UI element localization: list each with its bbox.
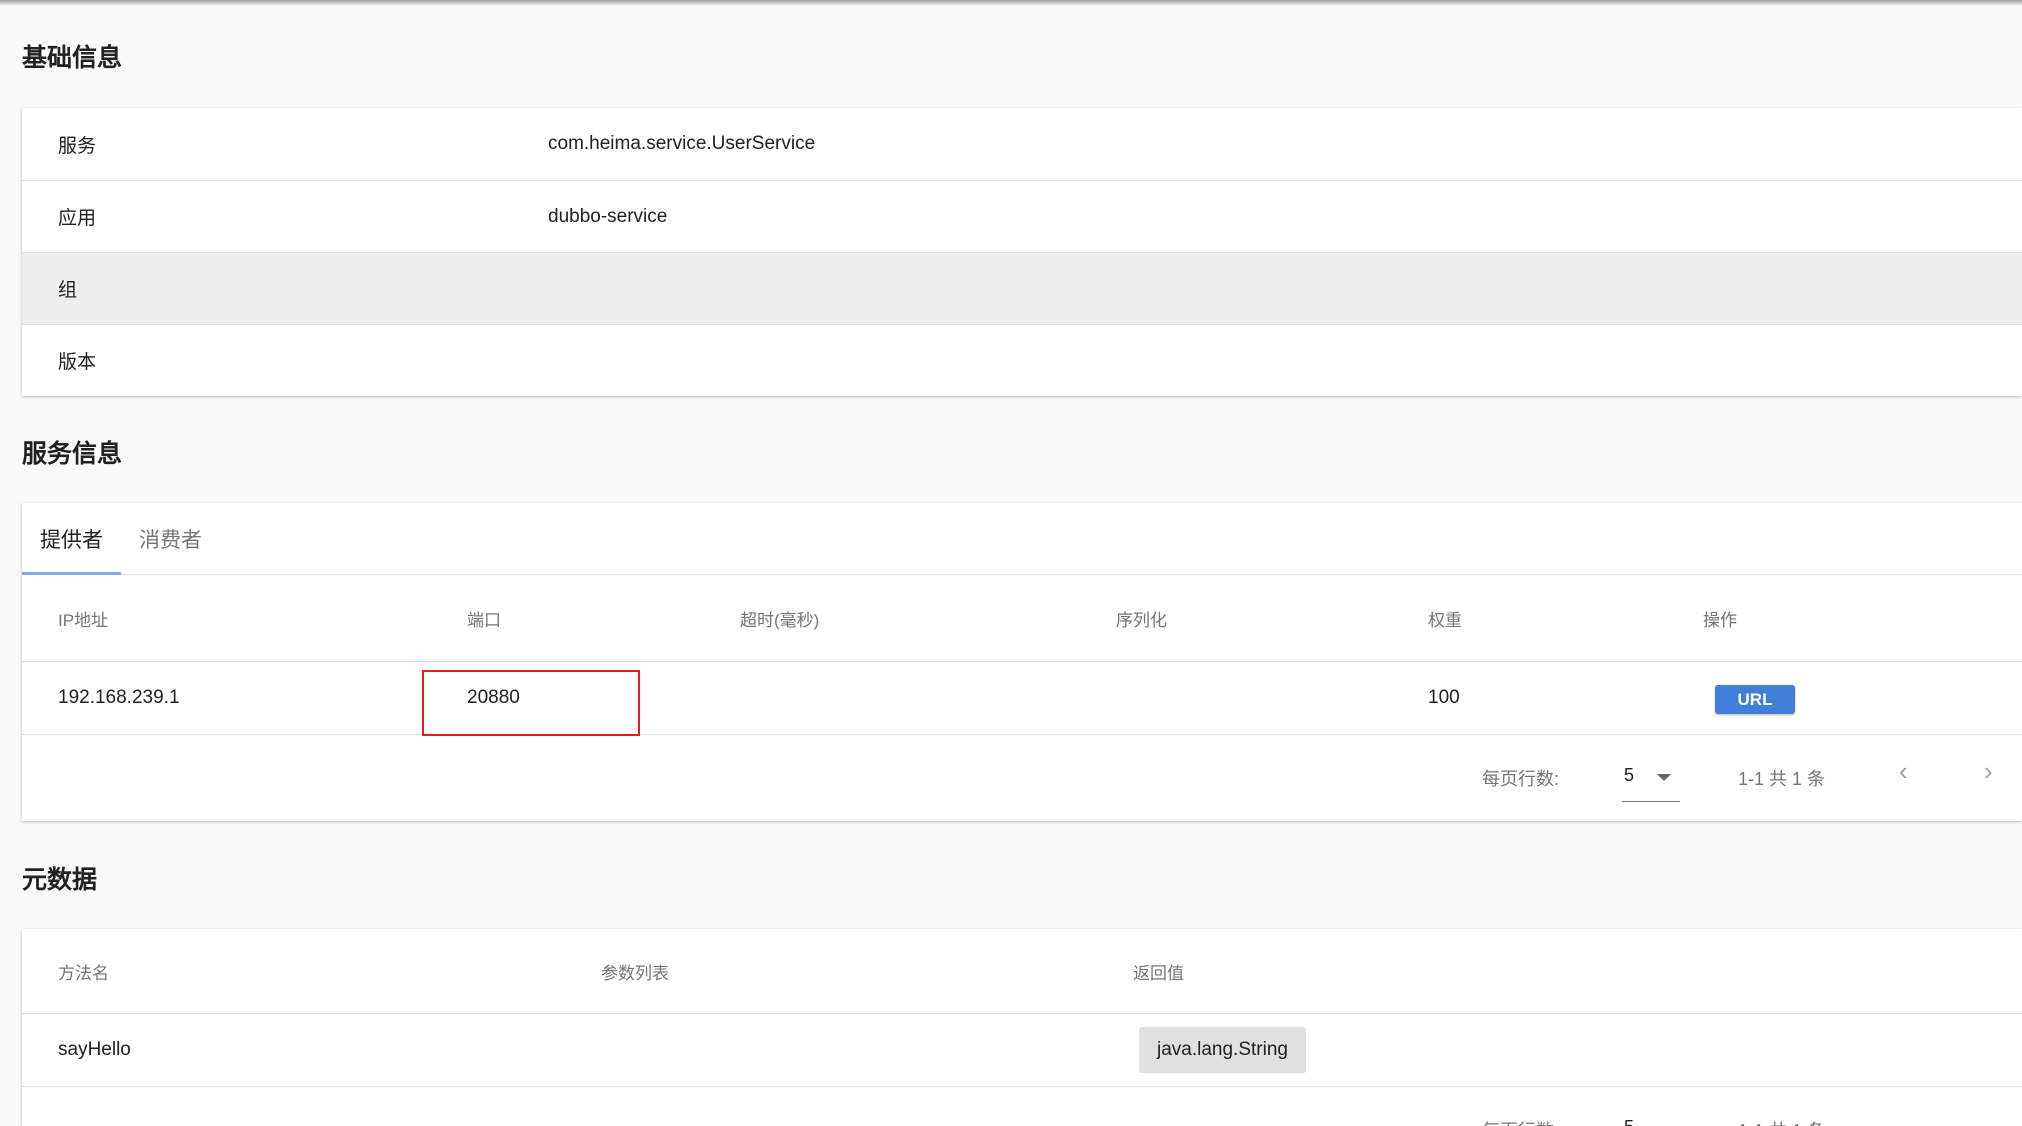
info-label: 组 (58, 280, 78, 301)
top-shadow (0, 0, 2022, 6)
column-header-weight[interactable]: 权重 (1428, 575, 1462, 661)
info-row-group: 组 (22, 253, 2022, 325)
column-header-action: 操作 (1703, 610, 1737, 630)
column-header-serialization[interactable]: 序列化 (1116, 575, 1167, 661)
info-value: dubbo-service (548, 205, 668, 227)
provider-weight: 100 (1428, 687, 1460, 708)
column-header-params[interactable]: 参数列表 (601, 929, 669, 1013)
return-type-chip: java.lang.String (1139, 1027, 1306, 1073)
tab-consumers[interactable]: 消费者 (121, 503, 220, 575)
tab-providers[interactable]: 提供者 (22, 503, 121, 575)
rows-per-page-label: 每页行数: (1482, 769, 1560, 789)
provider-table-header: IP地址 端口 超时(毫秒) 序列化 权重 操作 (22, 575, 2022, 662)
column-header-return[interactable]: 返回值 (1133, 929, 1184, 1013)
info-label: 版本 (58, 352, 97, 373)
chevron-right-icon[interactable]: › (1984, 756, 1993, 787)
table-row: sayHello java.lang.String (22, 1014, 2022, 1087)
provider-ip: 192.168.239.1 (58, 687, 180, 708)
column-header-port[interactable]: 端口 (467, 575, 501, 661)
pagination-range: 1-1 共 1 条 (1738, 769, 1826, 789)
rows-per-page-underline (1622, 801, 1680, 802)
column-header-method[interactable]: 方法名 (58, 929, 109, 1013)
column-header-timeout[interactable]: 超时(毫秒) (740, 575, 819, 661)
method-name: sayHello (58, 1039, 131, 1060)
rows-per-page-value[interactable]: 5 (1624, 765, 1634, 786)
service-info-card: 提供者 消费者 IP地址 端口 超时(毫秒) 序列化 权重 操作 192.168… (22, 503, 2022, 821)
table-row: 192.168.239.1 20880 100 URL (22, 662, 2022, 735)
basic-info-title: 基础信息 (22, 44, 123, 72)
highlight-box (422, 670, 640, 736)
info-row-application: 应用 dubbo-service (22, 181, 2022, 253)
info-row-version: 版本 (22, 325, 2022, 396)
chevron-left-icon[interactable]: ‹ (1899, 756, 1908, 787)
column-header-ip[interactable]: IP地址 (58, 575, 108, 661)
basic-info-card: 服务 com.heima.service.UserService 应用 dubb… (22, 108, 2022, 396)
info-label: 服务 (58, 135, 97, 157)
rows-per-page-value[interactable]: 5 (1624, 1117, 1634, 1126)
service-info-title: 服务信息 (22, 440, 123, 468)
metadata-table-header: 方法名 参数列表 返回值 (22, 929, 2022, 1014)
info-value: com.heima.service.UserService (548, 133, 816, 154)
service-tabs: 提供者 消费者 (22, 503, 2022, 575)
return-type-cell: java.lang.String (1139, 1014, 1306, 1086)
metadata-card: 方法名 参数列表 返回值 sayHello java.lang.String 每… (22, 929, 2022, 1126)
rows-per-page-label: 每页行数: (1482, 1117, 1559, 1126)
url-button[interactable]: URL (1715, 685, 1795, 714)
metadata-title: 元数据 (22, 866, 98, 894)
pagination-range: 1-1 共 1 条 (1738, 1117, 1825, 1126)
info-label: 应用 (58, 208, 97, 229)
triangle-down-icon[interactable] (1657, 774, 1671, 781)
info-row-service: 服务 com.heima.service.UserService (22, 108, 2022, 181)
